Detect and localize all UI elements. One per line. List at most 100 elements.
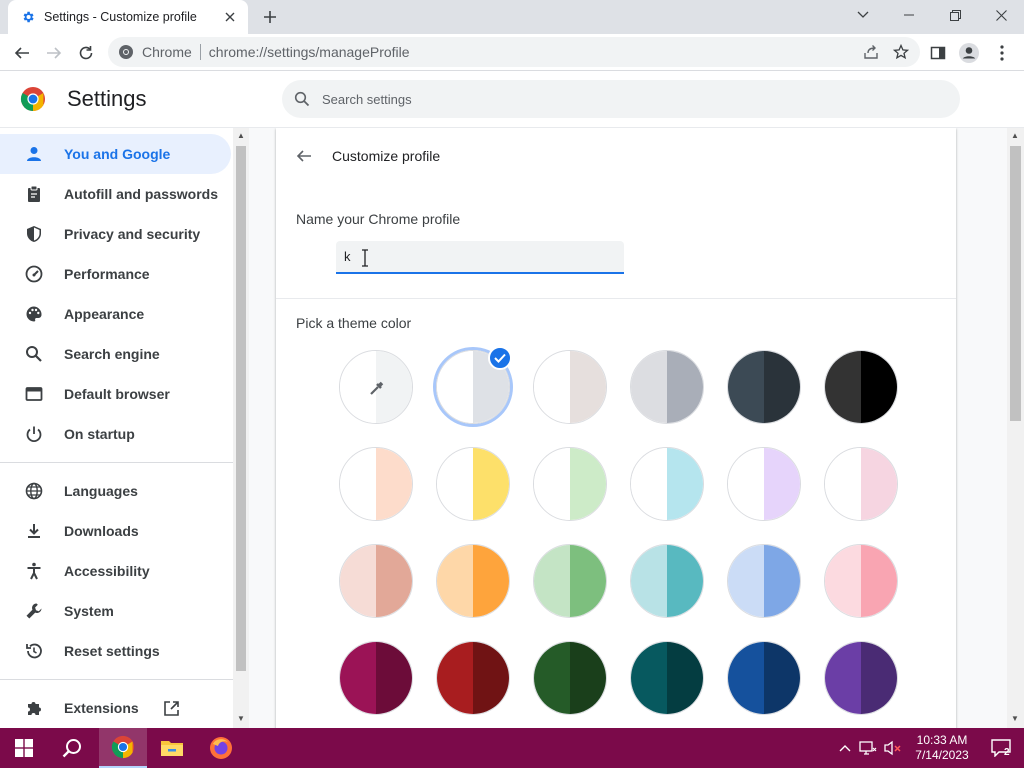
theme-swatch[interactable] <box>630 447 704 521</box>
back-arrow-icon[interactable] <box>8 39 36 67</box>
share-icon[interactable] <box>860 41 882 63</box>
address-bar[interactable]: Chrome chrome://settings/manageProfile <box>108 37 920 67</box>
theme-swatch[interactable] <box>339 350 413 424</box>
sidebar-item-extensions[interactable]: Extensions <box>0 688 231 728</box>
minimize-icon[interactable] <box>886 0 932 30</box>
profile-name-input[interactable] <box>336 241 624 274</box>
sidebar-item-label: You and Google <box>64 146 171 162</box>
notifications-icon[interactable]: 2 <box>978 739 1024 758</box>
main-scrollbar-thumb[interactable] <box>1010 146 1021 421</box>
tab-title: Settings - Customize profile <box>44 10 197 24</box>
shield-icon <box>24 224 44 244</box>
sidebar-item-you-and-google[interactable]: You and Google <box>0 134 231 174</box>
url-text[interactable]: chrome://settings/manageProfile <box>209 44 410 60</box>
taskbar: 10:33 AM 7/14/2023 2 <box>0 728 1024 768</box>
sidebar-item-label: Default browser <box>64 386 170 402</box>
main-scrollbar[interactable]: ▲ ▼ <box>1007 128 1024 728</box>
tab-strip: Settings - Customize profile <box>0 0 1024 34</box>
theme-swatch[interactable] <box>533 447 607 521</box>
theme-swatch[interactable] <box>630 350 704 424</box>
sidebar-item-performance[interactable]: Performance <box>0 254 231 294</box>
profile-icon[interactable] <box>955 39 983 67</box>
scroll-down-icon[interactable]: ▼ <box>237 714 245 723</box>
star-icon[interactable] <box>890 41 912 63</box>
clipboard-icon <box>24 184 44 204</box>
theme-swatch[interactable] <box>824 350 898 424</box>
notification-badge: 2 <box>1004 747 1010 758</box>
sidebar-item-autofill[interactable]: Autofill and passwords <box>0 174 231 214</box>
theme-swatch[interactable] <box>630 544 704 618</box>
swatch-left-half <box>728 545 764 617</box>
settings-header: Settings Search settings <box>0 72 1024 128</box>
chevron-up-icon[interactable] <box>834 744 856 752</box>
sidebar-item-system[interactable]: System <box>0 591 231 631</box>
theme-swatch[interactable] <box>727 641 801 715</box>
theme-swatch[interactable] <box>339 447 413 521</box>
swatch-right-half <box>376 448 412 520</box>
theme-swatch[interactable] <box>436 544 510 618</box>
theme-swatch[interactable] <box>824 544 898 618</box>
windows-start-icon[interactable] <box>0 728 48 768</box>
new-tab-button[interactable] <box>258 6 282 28</box>
theme-swatch[interactable] <box>436 447 510 521</box>
theme-swatch[interactable] <box>630 641 704 715</box>
swatch-right-half <box>667 448 703 520</box>
swatch-left-half <box>631 448 667 520</box>
swatch-right-half <box>764 545 800 617</box>
file-explorer-icon[interactable] <box>148 728 196 768</box>
sidebar-item-downloads[interactable]: Downloads <box>0 511 231 551</box>
sidebar-item-default-browser[interactable]: Default browser <box>0 374 231 414</box>
card-title: Customize profile <box>332 148 441 164</box>
back-arrow-icon[interactable] <box>292 144 316 168</box>
theme-swatch[interactable] <box>824 447 898 521</box>
restore-icon[interactable] <box>932 0 978 30</box>
main-content: Customize profile Name your Chrome profi… <box>249 128 1007 728</box>
swatch-left-half <box>825 642 861 714</box>
theme-swatch[interactable] <box>824 641 898 715</box>
theme-swatch[interactable] <box>436 641 510 715</box>
theme-swatch[interactable] <box>533 544 607 618</box>
theme-swatch[interactable] <box>727 544 801 618</box>
clock-time: 10:33 AM <box>916 733 968 747</box>
sidebar-item-languages[interactable]: Languages <box>0 471 231 511</box>
theme-swatch[interactable] <box>339 544 413 618</box>
theme-swatch[interactable] <box>727 447 801 521</box>
tab-settings[interactable]: Settings - Customize profile <box>8 0 248 34</box>
close-icon[interactable] <box>978 0 1024 30</box>
theme-swatch[interactable] <box>533 350 607 424</box>
side-panel-icon[interactable] <box>924 39 952 67</box>
site-chip[interactable]: Chrome <box>118 44 192 60</box>
sidebar-scrollbar[interactable]: ▲ ▼ <box>233 128 249 728</box>
chrome-icon[interactable] <box>99 728 147 768</box>
sidebar-item-accessibility[interactable]: Accessibility <box>0 551 231 591</box>
sidebar-item-on-startup[interactable]: On startup <box>0 414 231 454</box>
swatch-left-half <box>825 448 861 520</box>
firefox-icon[interactable] <box>197 728 245 768</box>
swatch-right-half <box>473 642 509 714</box>
swatch-left-half <box>534 448 570 520</box>
sidebar-item-appearance[interactable]: Appearance <box>0 294 231 334</box>
scroll-up-icon[interactable]: ▲ <box>237 131 245 140</box>
sidebar-item-search-engine[interactable]: Search engine <box>0 334 231 374</box>
swatch-right-half <box>861 545 897 617</box>
more-icon[interactable] <box>988 39 1016 67</box>
theme-swatch[interactable] <box>533 641 607 715</box>
swatch-left-half <box>728 448 764 520</box>
settings-search-input[interactable]: Search settings <box>282 80 960 118</box>
sidebar-item-privacy[interactable]: Privacy and security <box>0 214 231 254</box>
theme-swatch[interactable] <box>727 350 801 424</box>
network-icon[interactable] <box>856 740 880 756</box>
close-tab-icon[interactable] <box>222 9 238 25</box>
theme-swatch[interactable] <box>339 641 413 715</box>
sidebar-scrollbar-thumb[interactable] <box>236 146 246 671</box>
forward-arrow-icon[interactable] <box>40 39 68 67</box>
scroll-up-icon[interactable]: ▲ <box>1011 131 1019 140</box>
swatch-right-half <box>570 545 606 617</box>
search-icon[interactable] <box>48 728 96 768</box>
volume-muted-icon[interactable] <box>880 740 906 756</box>
scroll-down-icon[interactable]: ▼ <box>1011 714 1019 723</box>
chevron-down-icon[interactable] <box>840 0 886 30</box>
taskbar-clock[interactable]: 10:33 AM 7/14/2023 <box>906 733 978 763</box>
sidebar-item-reset-settings[interactable]: Reset settings <box>0 631 231 671</box>
reload-icon[interactable] <box>72 39 100 67</box>
